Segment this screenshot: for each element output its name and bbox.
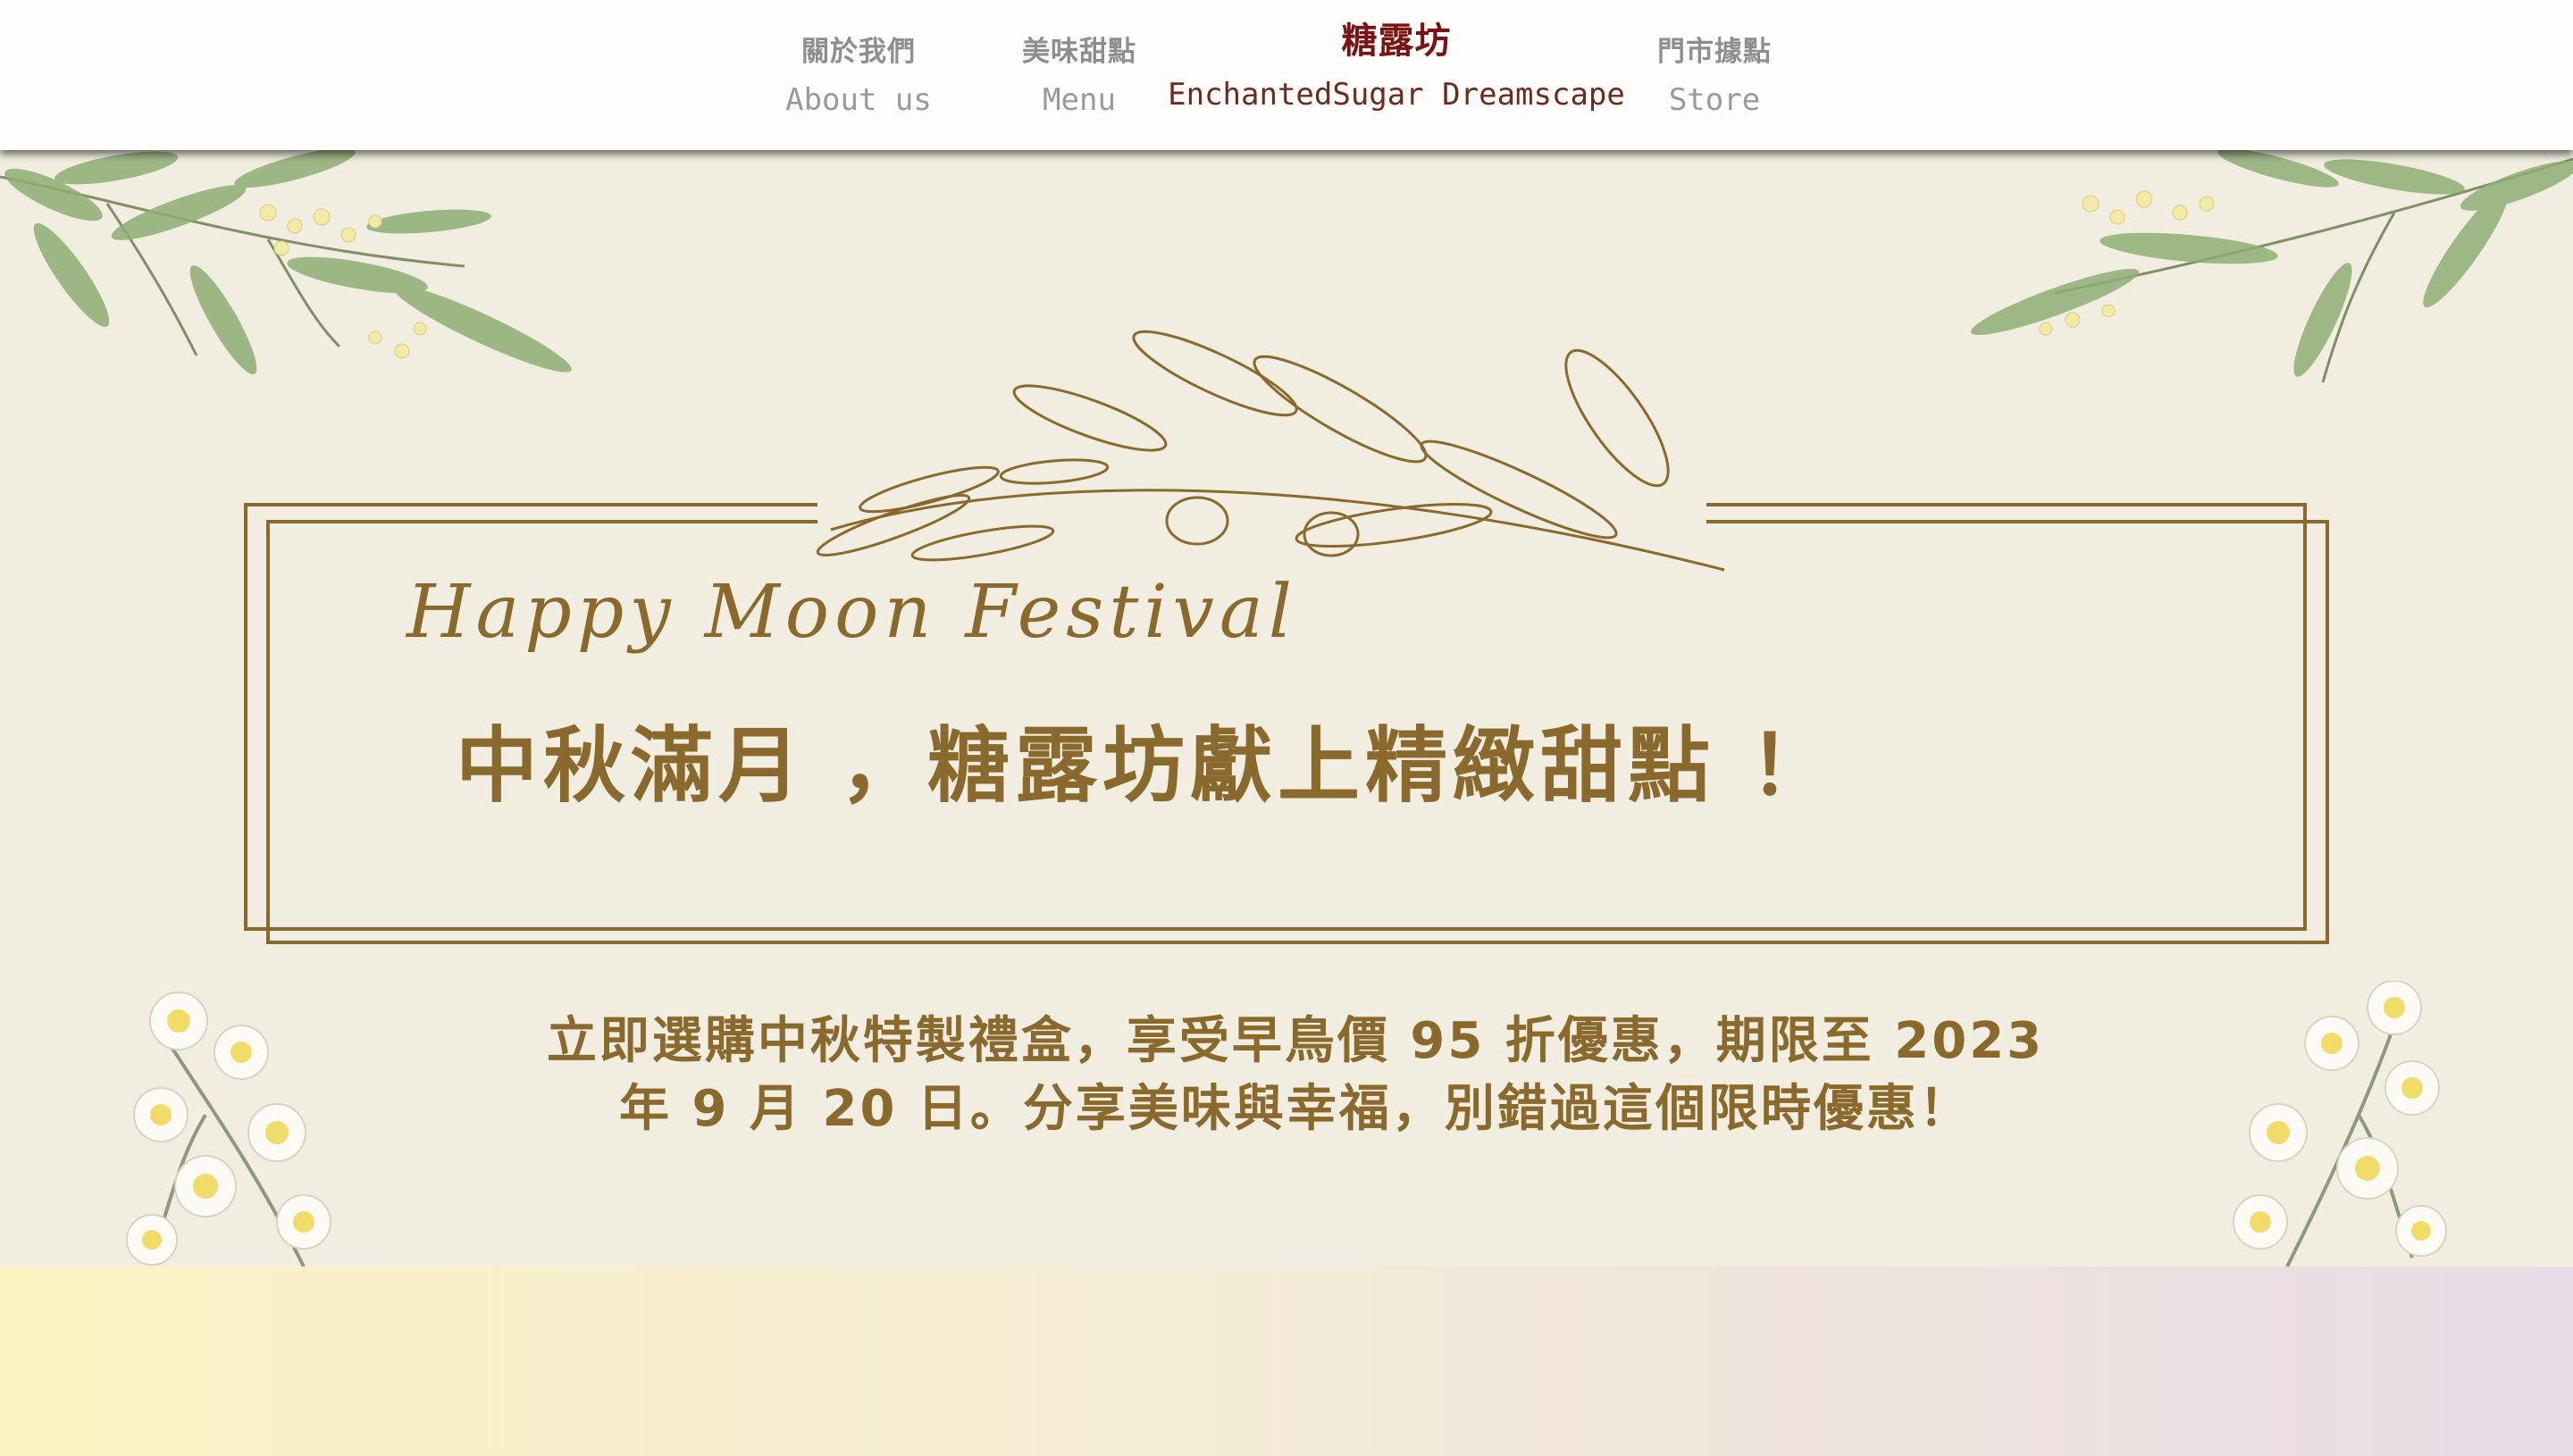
nav-store-zh: 門市據點 xyxy=(1657,36,1772,68)
nav-about[interactable]: 關於我們 About us xyxy=(785,27,932,123)
promo-line-1: 立即選購中秋特製禮盒，享受早鳥價 95 折優惠，期限至 2023 xyxy=(546,1012,2045,1070)
script-title: Happy Moon Festival xyxy=(406,570,1297,655)
brand-name-zh: 糖露坊 xyxy=(1341,21,1452,62)
olive-branch-icon xyxy=(816,330,1725,572)
brand-name-en: EnchantedSugar Dreamscape xyxy=(1168,77,1625,113)
nav-store-en: Store xyxy=(1668,82,1761,118)
nav-brand-logo[interactable]: 糖露坊 EnchantedSugar Dreamscape xyxy=(1168,21,1625,118)
gradient-section xyxy=(0,1267,2573,1456)
hero-banner: Happy Moon Festival 中秋滿月 ，糖露坊獻上精緻甜點 ！ 立即… xyxy=(0,150,2573,1267)
nav-menu-zh: 美味甜點 xyxy=(1022,36,1136,68)
nav-about-zh: 關於我們 xyxy=(800,36,916,68)
nav-menu[interactable]: 美味甜點 Menu xyxy=(1022,27,1136,123)
top-navbar: 關於我們 About us 美味甜點 Menu 糖露坊 EnchantedSug… xyxy=(0,0,2573,150)
hero-headline: 中秋滿月 ，糖露坊獻上精緻甜點 ！ xyxy=(456,718,1838,814)
promo-text: 立即選購中秋特製禮盒，享受早鳥價 95 折優惠，期限至 2023 年 9 月 2… xyxy=(304,1008,2287,1143)
nav-menu-en: Menu xyxy=(1043,82,1116,118)
promo-line-2: 年 9 月 20 日。分享美味與幸福，別錯過這個限時優惠！ xyxy=(619,1080,1972,1138)
nav-store[interactable]: 門市據點 Store xyxy=(1657,27,1772,123)
nav-about-en: About us xyxy=(785,82,932,118)
